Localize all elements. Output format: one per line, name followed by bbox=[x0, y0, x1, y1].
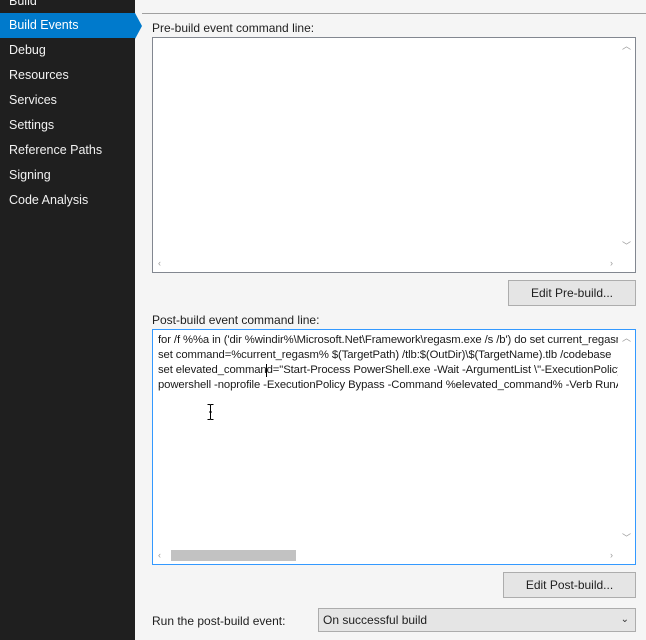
sidebar: Build Build Events Debug Resources Servi… bbox=[0, 0, 135, 640]
prebuild-textarea[interactable]: ︿ ﹀ ‹ › bbox=[152, 37, 636, 273]
sidebar-item-services[interactable]: Services bbox=[0, 88, 135, 113]
sidebar-item-code-analysis[interactable]: Code Analysis bbox=[0, 188, 135, 213]
active-item-pointer bbox=[135, 13, 142, 39]
postbuild-vertical-scrollbar[interactable]: ︿ ﹀ bbox=[618, 330, 635, 547]
section-divider bbox=[142, 13, 646, 14]
run-event-selected-value: On successful build bbox=[323, 613, 428, 627]
scrollbar-corner bbox=[618, 547, 635, 564]
postbuild-label: Post-build event command line: bbox=[152, 313, 320, 327]
scroll-down-icon[interactable]: ﹀ bbox=[622, 534, 631, 543]
prebuild-label: Pre-build event command line: bbox=[152, 21, 315, 35]
code-line: for /f %%a in ('dir %windir%\Microsoft.N… bbox=[158, 334, 618, 346]
scroll-down-icon[interactable]: ﹀ bbox=[622, 242, 631, 251]
scroll-right-icon[interactable]: › bbox=[610, 551, 613, 560]
text-caret bbox=[266, 364, 267, 377]
sidebar-item-signing[interactable]: Signing bbox=[0, 163, 135, 188]
postbuild-code-viewport: for /f %%a in ('dir %windir%\Microsoft.N… bbox=[153, 330, 618, 547]
prebuild-horizontal-scrollbar[interactable]: ‹ › bbox=[153, 255, 618, 272]
edit-prebuild-button[interactable]: Edit Pre-build... bbox=[508, 280, 636, 306]
scroll-left-icon[interactable]: ‹ bbox=[158, 551, 161, 560]
sidebar-item-build[interactable]: Build bbox=[0, 0, 135, 14]
sidebar-item-resources[interactable]: Resources bbox=[0, 63, 135, 88]
postbuild-horizontal-scrollbar[interactable]: ‹ › bbox=[153, 547, 618, 564]
run-event-label: Run the post-build event: bbox=[152, 614, 286, 628]
run-event-dropdown[interactable]: On successful build ⌄ bbox=[318, 608, 636, 632]
scroll-right-icon[interactable]: › bbox=[610, 259, 613, 268]
sidebar-item-settings[interactable]: Settings bbox=[0, 113, 135, 138]
scroll-up-icon[interactable]: ︿ bbox=[622, 42, 631, 51]
sidebar-item-debug[interactable]: Debug bbox=[0, 38, 135, 63]
scroll-left-icon[interactable]: ‹ bbox=[158, 259, 161, 268]
code-line: set elevated_command="Start-Process Powe… bbox=[158, 364, 618, 376]
code-line: powershell -noprofile -ExecutionPolicy B… bbox=[158, 379, 618, 391]
scroll-up-icon[interactable]: ︿ bbox=[622, 334, 631, 343]
scrollbar-corner bbox=[618, 255, 635, 272]
scroll-thumb[interactable] bbox=[171, 550, 296, 561]
postbuild-textarea[interactable]: for /f %%a in ('dir %windir%\Microsoft.N… bbox=[152, 329, 636, 565]
sidebar-item-build-events[interactable]: Build Events bbox=[0, 13, 135, 38]
edit-postbuild-button[interactable]: Edit Post-build... bbox=[503, 572, 636, 598]
ibeam-cursor-icon bbox=[207, 404, 214, 420]
sidebar-item-reference-paths[interactable]: Reference Paths bbox=[0, 138, 135, 163]
prebuild-vertical-scrollbar[interactable]: ︿ ﹀ bbox=[618, 38, 635, 255]
chevron-down-icon: ⌄ bbox=[620, 614, 629, 625]
code-line: set command=%current_regasm% $(TargetPat… bbox=[158, 349, 612, 361]
